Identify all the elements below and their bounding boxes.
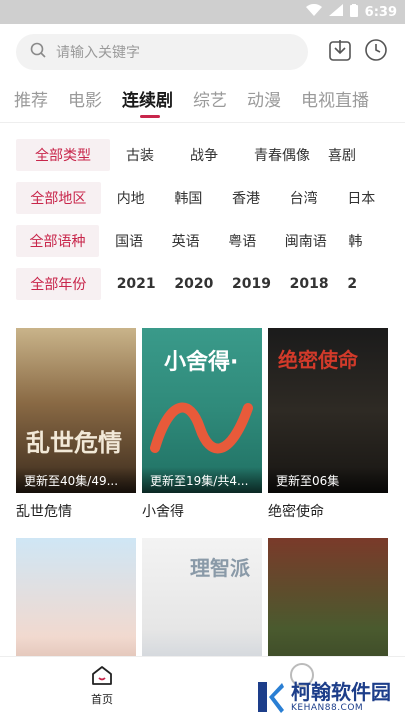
show-title[interactable]: 乱世危情 bbox=[16, 501, 136, 521]
filter-type-option[interactable]: 喜剧 bbox=[328, 145, 392, 165]
site-watermark: 柯翰软件园 KEHAN88.COM bbox=[255, 680, 391, 714]
show-card[interactable]: 绝密使命 更新至06集 绝密使命 bbox=[268, 328, 388, 521]
search-placeholder: 请输入关键字 bbox=[56, 45, 140, 61]
poster-illustration bbox=[150, 402, 253, 454]
filter-year-all[interactable]: 全部年份 bbox=[16, 268, 101, 300]
search-icon bbox=[30, 42, 46, 62]
tab-live-tv[interactable]: 电视直播 bbox=[301, 86, 369, 120]
filter-type-option[interactable]: 古装 bbox=[126, 145, 190, 165]
poster-title-art: 理智派 bbox=[190, 556, 250, 580]
tab-variety[interactable]: 综艺 bbox=[193, 86, 227, 120]
filter-region-option[interactable]: 香港 bbox=[232, 188, 290, 208]
filter-region-option[interactable]: 韩国 bbox=[174, 188, 232, 208]
tab-movie[interactable]: 电影 bbox=[68, 86, 102, 120]
filter-language-option[interactable]: 国语 bbox=[115, 231, 172, 251]
poster-title-art: 乱世危情 bbox=[26, 428, 122, 457]
no-signal-icon bbox=[328, 4, 343, 20]
battery-icon bbox=[349, 3, 358, 21]
tab-anime[interactable]: 动漫 bbox=[247, 86, 281, 120]
filter-panel: 全部类型 古装 战争 青春偶像 喜剧 全部地区 内地 韩国 香港 台湾 日本 全… bbox=[16, 138, 405, 310]
poster-title-art: 绝密使命 bbox=[278, 348, 358, 372]
show-card[interactable]: 乱世危情 更新至40集/49... 乱世危情 bbox=[16, 328, 136, 521]
filter-year-option[interactable]: 2021 bbox=[117, 276, 175, 292]
download-icon bbox=[328, 38, 352, 66]
home-icon bbox=[91, 666, 113, 689]
tab-recommend[interactable]: 推荐 bbox=[14, 86, 48, 120]
watermark-brand: 柯翰软件园 bbox=[291, 680, 391, 704]
clock-icon bbox=[364, 38, 388, 66]
filter-type-option[interactable]: 青春偶像 bbox=[254, 145, 328, 165]
filter-row-language: 全部语种 国语 英语 粤语 闽南语 韩 bbox=[16, 224, 405, 258]
nav-home[interactable]: 首页 bbox=[80, 665, 124, 707]
show-poster[interactable]: 绝密使命 更新至06集 bbox=[268, 328, 388, 493]
search-row: 请输入关键字 bbox=[16, 34, 389, 70]
show-poster[interactable]: 乱世危情 更新至40集/49... bbox=[16, 328, 136, 493]
filter-region-all[interactable]: 全部地区 bbox=[16, 182, 101, 214]
status-time: 6:39 bbox=[364, 4, 397, 20]
filter-language-option[interactable]: 粤语 bbox=[228, 231, 285, 251]
status-bar: 6:39 bbox=[0, 0, 405, 24]
show-title[interactable]: 绝密使命 bbox=[268, 501, 388, 521]
poster-title-art: 小舍得· bbox=[164, 350, 239, 375]
filter-year-option[interactable]: 2020 bbox=[174, 276, 232, 292]
tab-series[interactable]: 连续剧 bbox=[122, 86, 173, 120]
show-title[interactable]: 小舍得 bbox=[142, 501, 262, 521]
filter-region-option[interactable]: 台湾 bbox=[290, 188, 348, 208]
filter-language-option[interactable]: 英语 bbox=[172, 231, 229, 251]
filter-language-all[interactable]: 全部语种 bbox=[16, 225, 100, 257]
download-button[interactable] bbox=[326, 38, 354, 66]
show-card[interactable]: 小舍得· 更新至19集/共4... 小舍得 bbox=[142, 328, 262, 521]
filter-language-option[interactable]: 韩 bbox=[348, 231, 405, 251]
filter-row-type: 全部类型 古装 战争 青春偶像 喜剧 bbox=[16, 138, 405, 172]
episode-update: 更新至06集 bbox=[268, 467, 388, 493]
nav-home-label: 首页 bbox=[91, 693, 113, 706]
watermark-text: 柯翰软件园 KEHAN88.COM bbox=[291, 681, 391, 713]
filter-row-year: 全部年份 2021 2020 2019 2018 2 bbox=[16, 267, 405, 301]
filter-type-option[interactable]: 战争 bbox=[190, 145, 254, 165]
episode-update: 更新至40集/49... bbox=[16, 467, 136, 493]
show-poster[interactable]: 小舍得· 更新至19集/共4... bbox=[142, 328, 262, 493]
search-input[interactable]: 请输入关键字 bbox=[16, 34, 308, 70]
history-button[interactable] bbox=[362, 38, 390, 66]
watermark-url: KEHAN88.COM bbox=[291, 703, 364, 713]
filter-type-all[interactable]: 全部类型 bbox=[16, 139, 110, 171]
filter-year-option[interactable]: 2019 bbox=[232, 276, 290, 292]
watermark-logo-icon bbox=[258, 682, 284, 713]
category-tabs: 推荐 电影 连续剧 综艺 动漫 电视直播 bbox=[0, 86, 405, 120]
filter-region-option[interactable]: 内地 bbox=[117, 188, 175, 208]
filter-region-option[interactable]: 日本 bbox=[347, 188, 405, 208]
episode-update: 更新至19集/共4... bbox=[142, 467, 262, 493]
filter-row-region: 全部地区 内地 韩国 香港 台湾 日本 bbox=[16, 181, 405, 215]
filter-language-option[interactable]: 闽南语 bbox=[285, 231, 349, 251]
wifi-icon bbox=[305, 3, 322, 20]
filter-year-option[interactable]: 2 bbox=[347, 276, 405, 292]
filter-year-option[interactable]: 2018 bbox=[290, 276, 348, 292]
tabs-divider bbox=[0, 122, 405, 123]
